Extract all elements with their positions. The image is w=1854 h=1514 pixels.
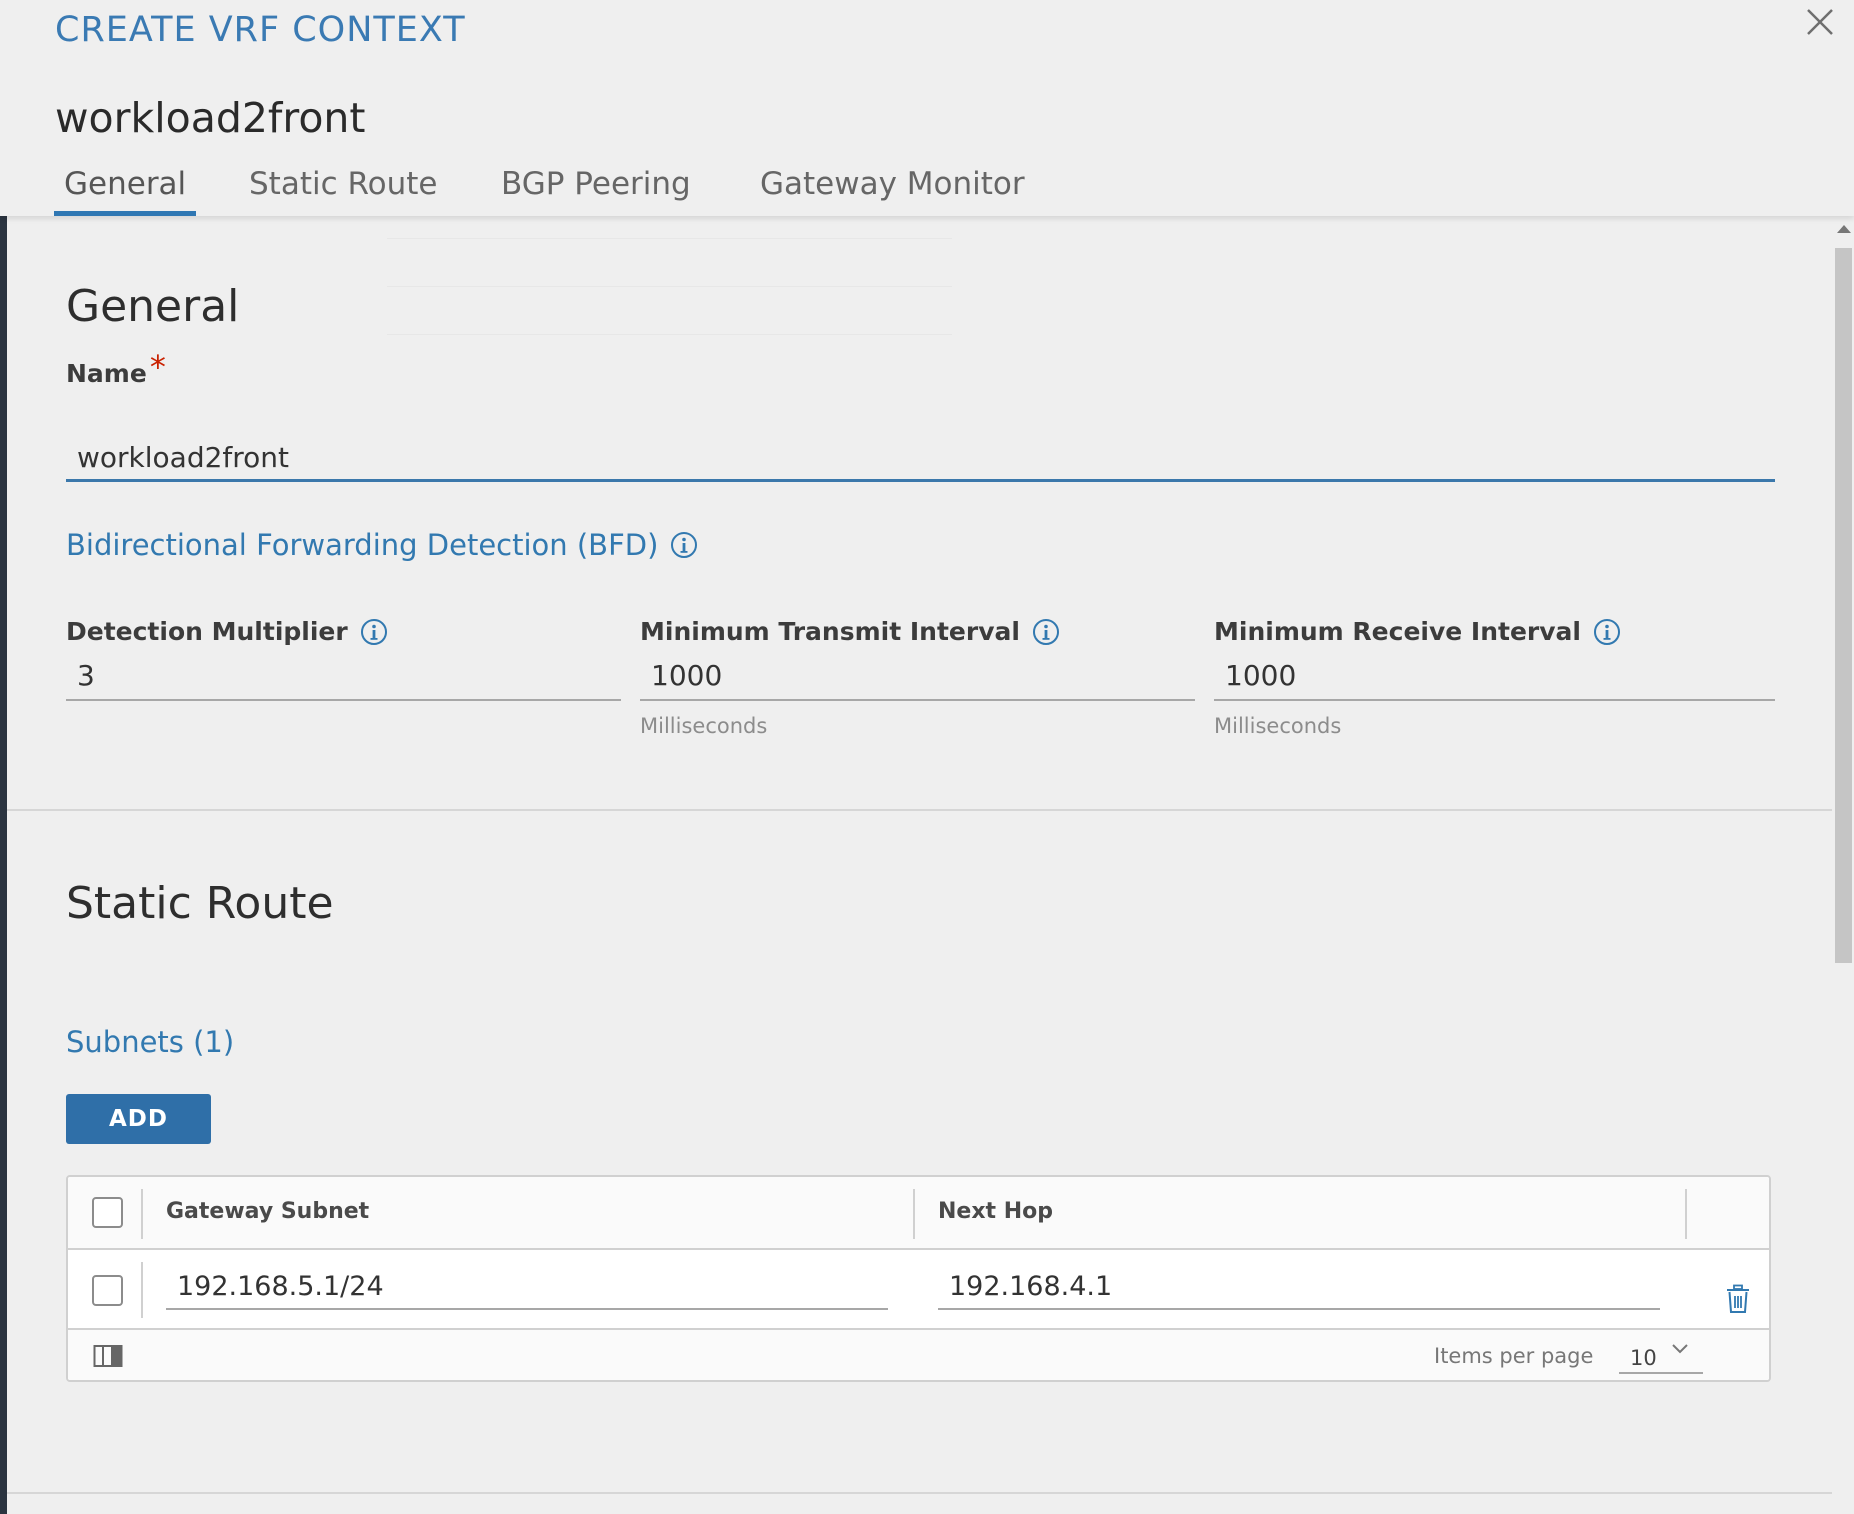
general-section-title: General [66,281,240,332]
gateway-subnet-input[interactable] [166,1264,888,1310]
modal-content: General Name * Bidirectional Forwarding … [7,216,1832,1514]
scrollbar-thumb[interactable] [1835,248,1852,963]
modal-header: CREATE VRF CONTEXT workload2front Genera… [0,0,1854,216]
bfd-heading: Bidirectional Forwarding Detection (BFD) [66,528,698,562]
detection-multiplier-input[interactable] [66,651,621,701]
column-toggle-icon[interactable] [93,1344,123,1368]
faded-divider [387,286,952,287]
items-per-page-label: Items per page [1434,1344,1594,1368]
min-transmit-interval-label: Minimum Transmit Interval [640,617,1060,646]
table-row [68,1250,1769,1330]
min-transmit-interval-unit: Milliseconds [640,714,768,738]
column-header-next-hop[interactable]: Next Hop [938,1199,1053,1224]
required-asterisk: * [149,348,166,386]
faded-divider [387,238,952,239]
detection-multiplier-label-text: Detection Multiplier [66,617,348,646]
subnets-grid: Gateway Subnet Next Hop 192.168.5.1/24 1… [66,1175,1771,1382]
min-receive-interval-label: Minimum Receive Interval [1214,617,1621,646]
subnets-heading: Subnets (1) [66,1025,235,1059]
close-icon [1807,9,1833,35]
close-button[interactable] [1800,2,1840,42]
column-separator [141,1262,143,1318]
items-per-page-value: 10 [1630,1346,1657,1370]
min-receive-interval-unit: Milliseconds [1214,714,1342,738]
min-receive-interval-label-text: Minimum Receive Interval [1214,617,1581,646]
min-transmit-interval-label-text: Minimum Transmit Interval [640,617,1020,646]
chevron-down-icon [1672,1344,1688,1354]
name-label: Name * [66,348,166,392]
grid-footer: Items per page 10 [68,1330,1769,1380]
column-separator [141,1189,143,1239]
left-edge-bar [0,97,7,1514]
bfd-heading-text: Bidirectional Forwarding Detection (BFD) [66,528,659,562]
info-icon[interactable] [670,531,698,559]
vertical-scrollbar[interactable] [1832,216,1854,1514]
add-subnet-button[interactable]: ADD [66,1094,211,1144]
tab-static-route[interactable]: Static Route [249,160,437,216]
modal-title: CREATE VRF CONTEXT [55,10,466,50]
faded-divider [387,334,952,335]
items-per-page-select[interactable]: 10 [1619,1338,1703,1374]
column-separator [913,1189,915,1239]
section-divider [7,1492,1832,1494]
column-separator [1685,1189,1687,1239]
name-input[interactable] [66,436,1775,482]
next-hop-input[interactable] [938,1264,1660,1310]
tab-gateway-monitor[interactable]: Gateway Monitor [760,160,1025,216]
tab-general[interactable]: General [53,160,197,216]
object-name: workload2front [55,94,366,142]
section-divider [7,809,1832,811]
tab-bgp-peering[interactable]: BGP Peering [501,160,691,216]
detection-multiplier-label: Detection Multiplier [66,617,388,646]
row-checkbox[interactable] [92,1275,123,1306]
info-icon[interactable] [360,618,388,646]
column-header-gateway-subnet[interactable]: Gateway Subnet [166,1199,369,1224]
min-receive-interval-input[interactable] [1214,651,1775,701]
select-all-checkbox[interactable] [92,1197,123,1228]
info-icon[interactable] [1593,618,1621,646]
name-label-text: Name [66,358,147,388]
trash-icon[interactable] [1725,1284,1751,1314]
min-transmit-interval-input[interactable] [640,651,1195,701]
info-icon[interactable] [1032,618,1060,646]
static-route-section-title: Static Route [66,878,334,929]
grid-header-row: Gateway Subnet Next Hop [68,1177,1769,1250]
scroll-up-arrow[interactable] [1837,225,1851,233]
